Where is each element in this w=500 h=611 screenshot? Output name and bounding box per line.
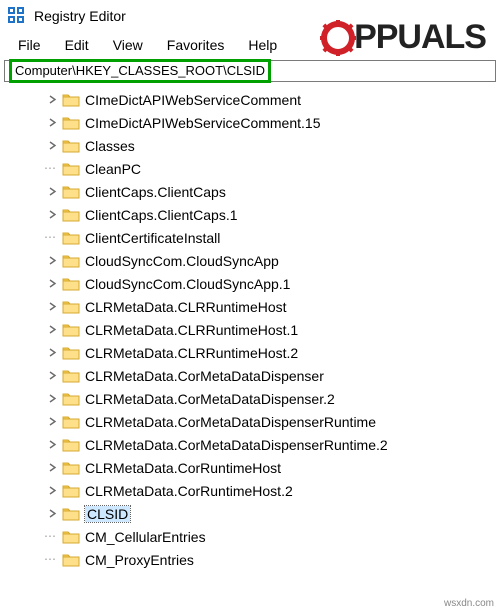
footer-credit: wsxdn.com	[444, 598, 494, 609]
tree-item-label: ClientCaps.ClientCaps	[85, 184, 226, 200]
folder-icon	[62, 506, 80, 522]
folder-icon	[62, 253, 80, 269]
menu-view[interactable]: View	[103, 35, 153, 55]
tree-item-label: CLRMetaData.CLRRuntimeHost	[85, 299, 287, 315]
tree-item-label: CM_CellularEntries	[85, 529, 206, 545]
tree-row[interactable]: CLRMetaData.CorMetaDataDispenserRuntime	[0, 410, 500, 433]
tree-row[interactable]: ClientCaps.ClientCaps	[0, 180, 500, 203]
chevron-right-icon[interactable]	[44, 437, 60, 453]
tree-row[interactable]: CLSID	[0, 502, 500, 525]
folder-icon	[62, 552, 80, 568]
tree-item-label: CLRMetaData.CorMetaDataDispenser.2	[85, 391, 335, 407]
tree-row[interactable]: CloudSyncCom.CloudSyncApp.1	[0, 272, 500, 295]
tree-row[interactable]: CLRMetaData.CorMetaDataDispenserRuntime.…	[0, 433, 500, 456]
tree-item-label: CloudSyncCom.CloudSyncApp.1	[85, 276, 290, 292]
folder-icon	[62, 276, 80, 292]
chevron-right-icon[interactable]	[44, 92, 60, 108]
tree-row[interactable]: CLRMetaData.CLRRuntimeHost.2	[0, 341, 500, 364]
folder-icon	[62, 460, 80, 476]
tree-row[interactable]: CLRMetaData.CorRuntimeHost.2	[0, 479, 500, 502]
tree-item-label: CImeDictAPIWebServiceComment.15	[85, 115, 320, 131]
tree-row[interactable]: CLRMetaData.CorRuntimeHost	[0, 456, 500, 479]
tree-item-label: Classes	[85, 138, 135, 154]
tree-guide: ⋯	[44, 161, 60, 177]
chevron-right-icon[interactable]	[44, 184, 60, 200]
folder-icon	[62, 322, 80, 338]
tree-row[interactable]: ClientCaps.ClientCaps.1	[0, 203, 500, 226]
menu-edit[interactable]: Edit	[55, 35, 99, 55]
tree-row[interactable]: CLRMetaData.CLRRuntimeHost	[0, 295, 500, 318]
tree-row[interactable]: ⋯ CM_ProxyEntries	[0, 548, 500, 571]
folder-icon	[62, 414, 80, 430]
tree-row[interactable]: CLRMetaData.CorMetaDataDispenser.2	[0, 387, 500, 410]
folder-icon	[62, 184, 80, 200]
chevron-right-icon[interactable]	[44, 460, 60, 476]
menubar: File Edit View Favorites Help	[0, 32, 500, 58]
tree-item-label: ClientCertificateInstall	[85, 230, 220, 246]
menu-favorites[interactable]: Favorites	[157, 35, 235, 55]
tree-item-label: CLRMetaData.CorRuntimeHost	[85, 460, 281, 476]
tree-item-label: CleanPC	[85, 161, 141, 177]
registry-tree[interactable]: CImeDictAPIWebServiceComment CImeDictAPIW…	[0, 86, 500, 571]
address-path: Computer\HKEY_CLASSES_ROOT\CLSID	[9, 59, 271, 83]
chevron-right-icon[interactable]	[44, 368, 60, 384]
chevron-right-icon[interactable]	[44, 322, 60, 338]
folder-icon	[62, 115, 80, 131]
tree-item-label: CLRMetaData.CLRRuntimeHost.2	[85, 345, 298, 361]
folder-icon	[62, 161, 80, 177]
folder-icon	[62, 437, 80, 453]
folder-icon	[62, 138, 80, 154]
chevron-right-icon[interactable]	[44, 138, 60, 154]
folder-icon	[62, 299, 80, 315]
tree-guide: ⋯	[44, 529, 60, 545]
titlebar: Registry Editor	[0, 0, 500, 32]
chevron-right-icon[interactable]	[44, 414, 60, 430]
folder-icon	[62, 483, 80, 499]
chevron-right-icon[interactable]	[44, 253, 60, 269]
menu-file[interactable]: File	[8, 35, 51, 55]
tree-item-label: CLRMetaData.CLRRuntimeHost.1	[85, 322, 298, 338]
tree-item-label: CloudSyncCom.CloudSyncApp	[85, 253, 279, 269]
folder-icon	[62, 391, 80, 407]
chevron-right-icon[interactable]	[44, 299, 60, 315]
chevron-right-icon[interactable]	[44, 506, 60, 522]
tree-item-label: CLRMetaData.CorMetaDataDispenser	[85, 368, 324, 384]
tree-item-label: ClientCaps.ClientCaps.1	[85, 207, 238, 223]
window-title: Registry Editor	[34, 8, 126, 24]
tree-guide: ⋯	[44, 552, 60, 568]
tree-row[interactable]: CloudSyncCom.CloudSyncApp	[0, 249, 500, 272]
tree-item-label: CLRMetaData.CorRuntimeHost.2	[85, 483, 293, 499]
tree-item-label: CLSID	[85, 506, 130, 522]
menu-help[interactable]: Help	[238, 35, 287, 55]
tree-row[interactable]: CLRMetaData.CLRRuntimeHost.1	[0, 318, 500, 341]
tree-row[interactable]: CImeDictAPIWebServiceComment.15	[0, 111, 500, 134]
tree-row[interactable]: CImeDictAPIWebServiceComment	[0, 88, 500, 111]
chevron-right-icon[interactable]	[44, 115, 60, 131]
folder-icon	[62, 368, 80, 384]
folder-icon	[62, 207, 80, 223]
tree-item-label: CImeDictAPIWebServiceComment	[85, 92, 301, 108]
folder-icon	[62, 529, 80, 545]
tree-row[interactable]: Classes	[0, 134, 500, 157]
chevron-right-icon[interactable]	[44, 345, 60, 361]
chevron-right-icon[interactable]	[44, 276, 60, 292]
tree-row[interactable]: CLRMetaData.CorMetaDataDispenser	[0, 364, 500, 387]
tree-guide: ⋯	[44, 230, 60, 246]
addressbar[interactable]: Computer\HKEY_CLASSES_ROOT\CLSID	[4, 60, 496, 82]
folder-icon	[62, 92, 80, 108]
folder-icon	[62, 230, 80, 246]
regedit-icon	[8, 7, 26, 25]
tree-row[interactable]: ⋯ ClientCertificateInstall	[0, 226, 500, 249]
chevron-right-icon[interactable]	[44, 483, 60, 499]
tree-row[interactable]: ⋯ CM_CellularEntries	[0, 525, 500, 548]
tree-row[interactable]: ⋯ CleanPC	[0, 157, 500, 180]
tree-item-label: CLRMetaData.CorMetaDataDispenserRuntime	[85, 414, 376, 430]
chevron-right-icon[interactable]	[44, 207, 60, 223]
chevron-right-icon[interactable]	[44, 391, 60, 407]
tree-item-label: CLRMetaData.CorMetaDataDispenserRuntime.…	[85, 437, 388, 453]
folder-icon	[62, 345, 80, 361]
tree-item-label: CM_ProxyEntries	[85, 552, 194, 568]
